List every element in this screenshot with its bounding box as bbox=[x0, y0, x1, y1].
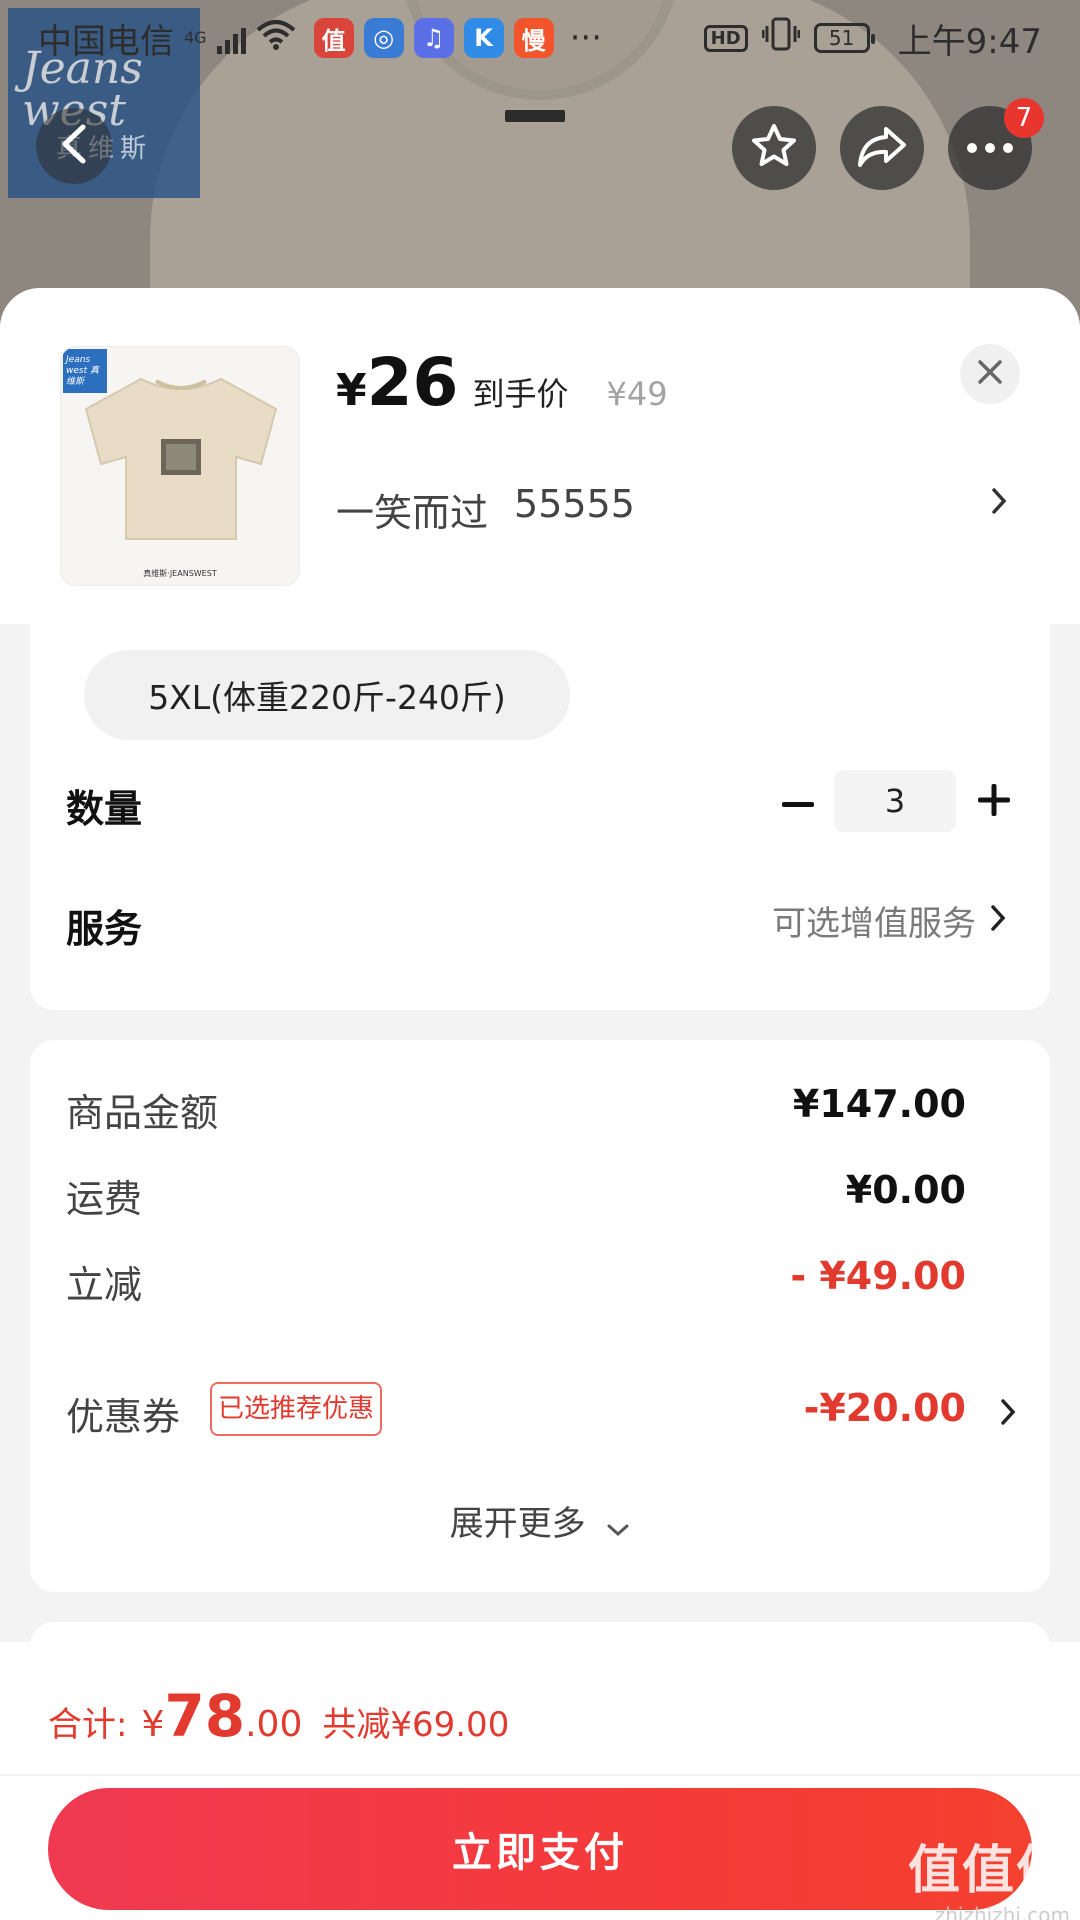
service-selector[interactable]: 可选增值服务 bbox=[772, 896, 1006, 945]
goods-amount-label: 商品金额 bbox=[66, 1091, 219, 1135]
shipping-label: 运费 bbox=[66, 1177, 143, 1221]
selected-variant[interactable]: 一笑而过 55555 bbox=[336, 482, 635, 537]
network-type: 4G bbox=[184, 27, 207, 47]
expand-more-button[interactable]: 展开更多 bbox=[30, 1496, 1050, 1546]
minus-icon bbox=[782, 793, 814, 812]
sheet-header: Jeans west 真维斯 真维斯·JEANSWEST ¥ 26 到手价 ¥4… bbox=[0, 288, 1080, 624]
vibrate-icon bbox=[761, 17, 801, 60]
chevron-right-icon[interactable] bbox=[1000, 1398, 1016, 1430]
quantity-decrement-button[interactable] bbox=[776, 774, 820, 830]
instant-discount-value: - ¥49.00 bbox=[790, 1254, 966, 1298]
expand-more-label: 展开更多 bbox=[449, 1504, 586, 1544]
share-button[interactable] bbox=[840, 106, 924, 190]
clock: 上午9:47 bbox=[897, 21, 1042, 62]
chevron-right-icon bbox=[990, 901, 1006, 941]
browser-app-icon: ◎ bbox=[363, 18, 404, 58]
quantity-input[interactable]: 3 bbox=[834, 770, 956, 832]
final-price: 26 bbox=[366, 344, 459, 421]
instant-discount-label: 立减 bbox=[66, 1263, 143, 1307]
quantity-label: 数量 bbox=[66, 787, 143, 831]
man-app-icon: 慢 bbox=[513, 18, 554, 58]
watermark-logo: 值值值 bbox=[907, 1841, 1070, 1901]
total-amount-decimal: .00 bbox=[245, 1704, 303, 1745]
total-label: 合计: bbox=[48, 1705, 128, 1745]
favorite-button[interactable] bbox=[732, 106, 816, 190]
coupon-recommended-tag: 已选推荐优惠 bbox=[210, 1382, 383, 1436]
site-watermark: 值值值 zhizhizhi.com bbox=[908, 1828, 1070, 1920]
more-dots-icon bbox=[966, 139, 1014, 158]
status-bar: 中国电信 4G 值 ◎ ♫ K 慢 ··· HD 51 上午9:47 bbox=[0, 0, 1080, 76]
wifi-icon bbox=[256, 18, 296, 59]
variant-name: 一笑而过 bbox=[336, 491, 489, 535]
final-price-label: 到手价 bbox=[472, 375, 569, 413]
total-row: 合计: ¥ 78 .00 共减¥69.00 bbox=[48, 1682, 509, 1750]
quantity-increment-button[interactable] bbox=[972, 774, 1016, 830]
total-amount-integer: 78 bbox=[164, 1682, 246, 1750]
carrier-name: 中国电信 bbox=[38, 21, 174, 62]
thumb-footer-text: 真维斯·JEANSWEST bbox=[143, 569, 217, 578]
notification-badge: 7 bbox=[1004, 98, 1044, 138]
divider bbox=[0, 1774, 1080, 1776]
k-app-icon: K bbox=[463, 18, 504, 58]
signal-icon bbox=[216, 22, 246, 54]
chevron-down-icon bbox=[606, 1506, 630, 1546]
chevron-left-icon bbox=[59, 123, 89, 169]
fee-summary-card: 商品金额 ¥147.00 运费 ¥0.00 立减 - ¥49.00 优惠券 已选… bbox=[30, 1040, 1050, 1592]
total-symbol: ¥ bbox=[141, 1704, 165, 1745]
coupon-label: 优惠券 bbox=[66, 1395, 181, 1439]
chevron-right-icon[interactable] bbox=[990, 486, 1008, 520]
product-thumbnail[interactable]: Jeans west 真维斯 真维斯·JEANSWEST bbox=[60, 346, 300, 586]
back-button[interactable] bbox=[36, 108, 112, 184]
share-arrow-icon bbox=[856, 123, 908, 173]
music-app-icon: ♫ bbox=[413, 18, 454, 58]
pay-now-button[interactable]: 立即支付 bbox=[48, 1788, 1032, 1910]
options-card: 5XL(体重220斤-240斤) 数量 3 服务 可选增值服务 bbox=[30, 624, 1050, 1010]
shirt-neck-tag bbox=[505, 110, 565, 122]
battery-icon: 51 bbox=[813, 23, 875, 53]
coupon-value[interactable]: -¥20.00 bbox=[804, 1386, 966, 1430]
star-icon bbox=[749, 121, 799, 175]
service-label: 服务 bbox=[66, 907, 143, 951]
service-value: 可选增值服务 bbox=[772, 904, 976, 944]
total-saved: 共减¥69.00 bbox=[322, 1705, 510, 1745]
plus-icon bbox=[978, 784, 1010, 820]
close-icon bbox=[977, 359, 1003, 389]
size-option-chip[interactable]: 5XL(体重220斤-240斤) bbox=[84, 650, 570, 740]
zhi-app-icon: 值 bbox=[313, 18, 354, 58]
watermark-url: zhizhizhi.com bbox=[934, 1903, 1070, 1920]
original-price: ¥49 bbox=[606, 375, 668, 413]
shipping-value: ¥0.00 bbox=[845, 1168, 966, 1212]
price-symbol: ¥ bbox=[336, 365, 367, 416]
price-row: ¥ 26 到手价 ¥49 bbox=[336, 344, 668, 421]
hd-voice-icon: HD bbox=[703, 24, 748, 52]
goods-amount-value: ¥147.00 bbox=[792, 1082, 966, 1126]
tshirt-image bbox=[84, 377, 278, 540]
more-button[interactable]: 7 bbox=[948, 98, 1044, 190]
variant-code: 55555 bbox=[514, 482, 635, 526]
close-button[interactable] bbox=[960, 344, 1020, 404]
more-notifications-icon: ··· bbox=[569, 18, 603, 58]
